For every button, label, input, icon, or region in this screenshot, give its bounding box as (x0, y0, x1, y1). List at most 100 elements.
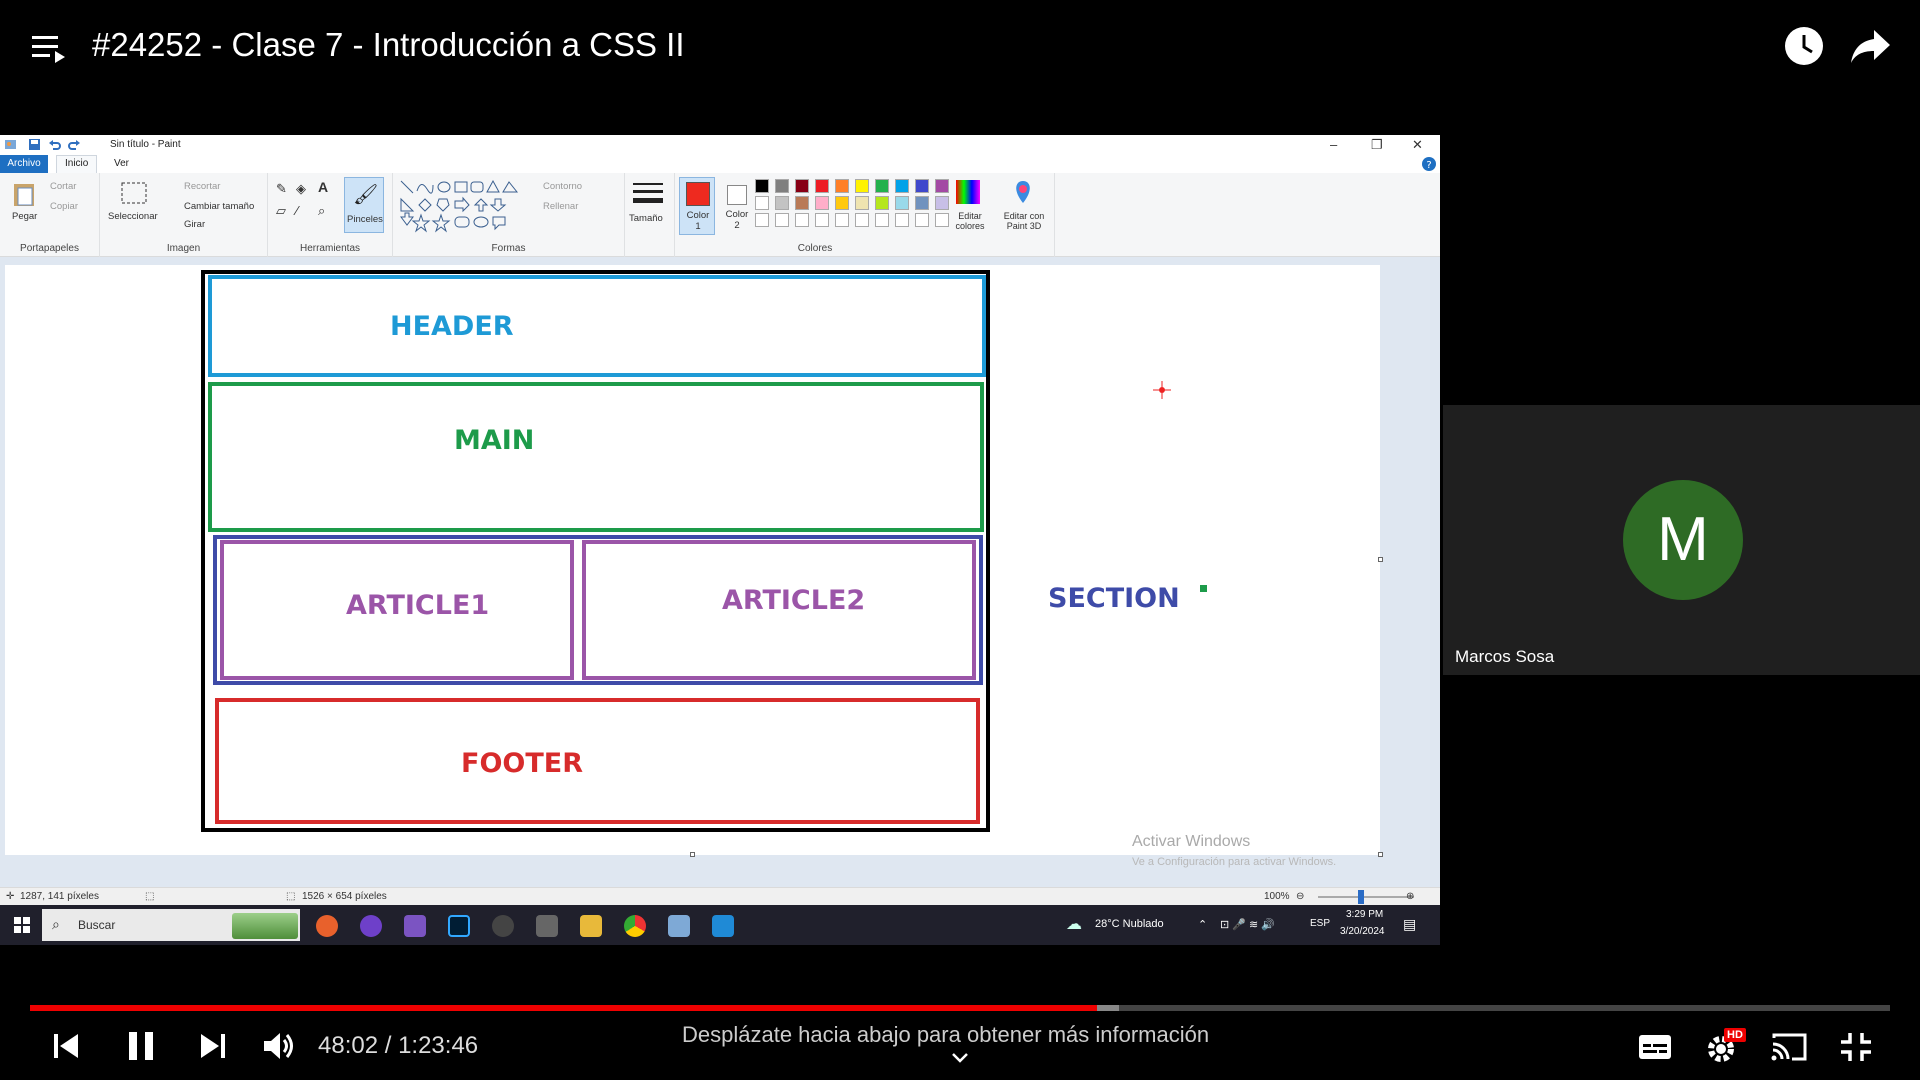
color-palette[interactable] (755, 179, 955, 239)
paint3d-label[interactable]: Editar con Paint 3D (995, 211, 1053, 231)
redo-icon[interactable] (68, 138, 81, 151)
palette-swatch[interactable] (875, 196, 889, 210)
palette-swatch[interactable] (775, 179, 789, 193)
palette-swatch[interactable] (875, 179, 889, 193)
photoshop-icon[interactable] (448, 915, 470, 937)
taskbar-date[interactable]: 3/20/2024 (1340, 926, 1385, 937)
notifications-icon[interactable]: ▤ (1403, 916, 1416, 933)
palette-swatch[interactable] (855, 213, 869, 227)
palette-swatch[interactable] (915, 213, 929, 227)
palette-swatch[interactable] (835, 213, 849, 227)
palette-swatch[interactable] (775, 196, 789, 210)
cut-label[interactable]: Cortar (50, 181, 76, 192)
edit-colors-icon[interactable] (955, 179, 981, 205)
tray-overflow-icon[interactable]: ⌃ (1198, 918, 1207, 931)
size-icon[interactable] (633, 181, 663, 209)
color1-button[interactable]: Color 1 (679, 177, 715, 235)
palette-swatch[interactable] (835, 196, 849, 210)
text-icon[interactable]: A (318, 179, 328, 195)
share-icon[interactable] (1850, 26, 1892, 66)
rotate-label[interactable]: Girar (184, 219, 205, 230)
outline-label[interactable]: Contorno (543, 181, 582, 192)
visual-studio-icon[interactable] (404, 915, 426, 937)
file-explorer-icon[interactable] (580, 915, 602, 937)
restore-icon[interactable]: ❐ (1371, 137, 1383, 153)
palette-swatch[interactable] (935, 213, 949, 227)
palette-swatch[interactable] (855, 179, 869, 193)
picker-icon[interactable]: ⁄ (296, 203, 298, 218)
video-title[interactable]: #24252 - Clase 7 - Introducción a CSS II (92, 26, 685, 64)
palette-swatch[interactable] (815, 213, 829, 227)
cast-icon[interactable] (1770, 1032, 1808, 1062)
zoom-thumb[interactable] (1358, 890, 1364, 904)
volume-icon[interactable] (262, 1030, 296, 1062)
menu-archivo[interactable]: Archivo (0, 155, 48, 173)
paste-icon[interactable] (12, 181, 36, 207)
help-icon[interactable]: ? (1422, 157, 1436, 171)
zoom-in-icon[interactable]: ⊕ (1406, 891, 1414, 902)
tray-icons[interactable]: ⊡ 🎤 ≋ 🔊 (1220, 918, 1275, 931)
paint3d-icon[interactable] (1011, 179, 1035, 207)
palette-swatch[interactable] (895, 213, 909, 227)
palette-swatch[interactable] (755, 196, 769, 210)
palette-swatch[interactable] (915, 179, 929, 193)
weather-text[interactable]: 28°C Nublado (1095, 918, 1164, 930)
palette-swatch[interactable] (895, 196, 909, 210)
firefox-icon[interactable] (316, 915, 338, 937)
pause-icon[interactable] (126, 1030, 156, 1062)
palette-swatch[interactable] (795, 196, 809, 210)
taskbar-time[interactable]: 3:29 PM (1346, 909, 1383, 920)
zoom-out-icon[interactable]: ⊖ (1296, 891, 1304, 902)
shapes-gallery[interactable] (399, 179, 531, 233)
exit-fullscreen-icon[interactable] (1840, 1032, 1872, 1062)
next-icon[interactable] (197, 1032, 227, 1060)
scroll-hint[interactable]: Desplázate hacia abajo para obtener más … (682, 1022, 1209, 1048)
menu-inicio[interactable]: Inicio (56, 155, 98, 173)
pencil-icon[interactable]: ✎ (276, 181, 287, 197)
resize-handle-corner[interactable] (1378, 852, 1383, 857)
language-indicator[interactable]: ESP (1310, 918, 1330, 929)
app-icon-5[interactable] (492, 915, 514, 937)
palette-swatch[interactable] (795, 213, 809, 227)
save-icon[interactable] (28, 138, 41, 151)
palette-swatch[interactable] (935, 196, 949, 210)
close-icon[interactable]: ✕ (1412, 137, 1423, 153)
palette-swatch[interactable] (815, 179, 829, 193)
github-desktop-icon[interactable] (360, 915, 382, 937)
fill-label[interactable]: Rellenar (543, 201, 578, 212)
magnifier-icon[interactable]: ⌕ (318, 203, 325, 219)
playlist-icon[interactable] (32, 32, 68, 64)
palette-swatch[interactable] (795, 179, 809, 193)
crop-label[interactable]: Recortar (184, 181, 220, 192)
palette-swatch[interactable] (755, 213, 769, 227)
edit-colors-label[interactable]: Editar colores (953, 211, 987, 231)
palette-swatch[interactable] (915, 196, 929, 210)
previous-icon[interactable] (52, 1032, 82, 1060)
resize-handle-right[interactable] (1378, 557, 1383, 562)
zoom-slider[interactable] (1318, 890, 1414, 904)
color2-button[interactable]: Color 2 (719, 177, 755, 235)
copy-label[interactable]: Copiar (50, 201, 78, 212)
settings-button[interactable]: HD (1704, 1026, 1748, 1066)
resize-label[interactable]: Cambiar tamaño (184, 201, 254, 212)
brushes-button[interactable]: 🖌 Pinceles (344, 177, 384, 233)
size-label[interactable]: Tamaño (629, 213, 663, 224)
palette-swatch[interactable] (855, 196, 869, 210)
palette-swatch[interactable] (815, 196, 829, 210)
fill-icon[interactable]: ◈ (296, 181, 306, 197)
windows-start-icon[interactable] (14, 917, 30, 933)
paste-label[interactable]: Pegar (12, 211, 37, 222)
select-icon[interactable] (120, 181, 148, 205)
chrome-icon[interactable] (624, 915, 646, 937)
palette-swatch[interactable] (875, 213, 889, 227)
taskbar-search[interactable]: ⌕ Buscar (42, 909, 300, 941)
app-icon-6[interactable] (536, 915, 558, 937)
chevron-down-icon[interactable] (950, 1050, 970, 1066)
palette-swatch[interactable] (935, 179, 949, 193)
palette-swatch[interactable] (755, 179, 769, 193)
undo-icon[interactable] (48, 138, 61, 151)
palette-swatch[interactable] (775, 213, 789, 227)
select-label[interactable]: Seleccionar (108, 211, 158, 222)
palette-swatch[interactable] (835, 179, 849, 193)
resize-handle-bottom[interactable] (690, 852, 695, 857)
